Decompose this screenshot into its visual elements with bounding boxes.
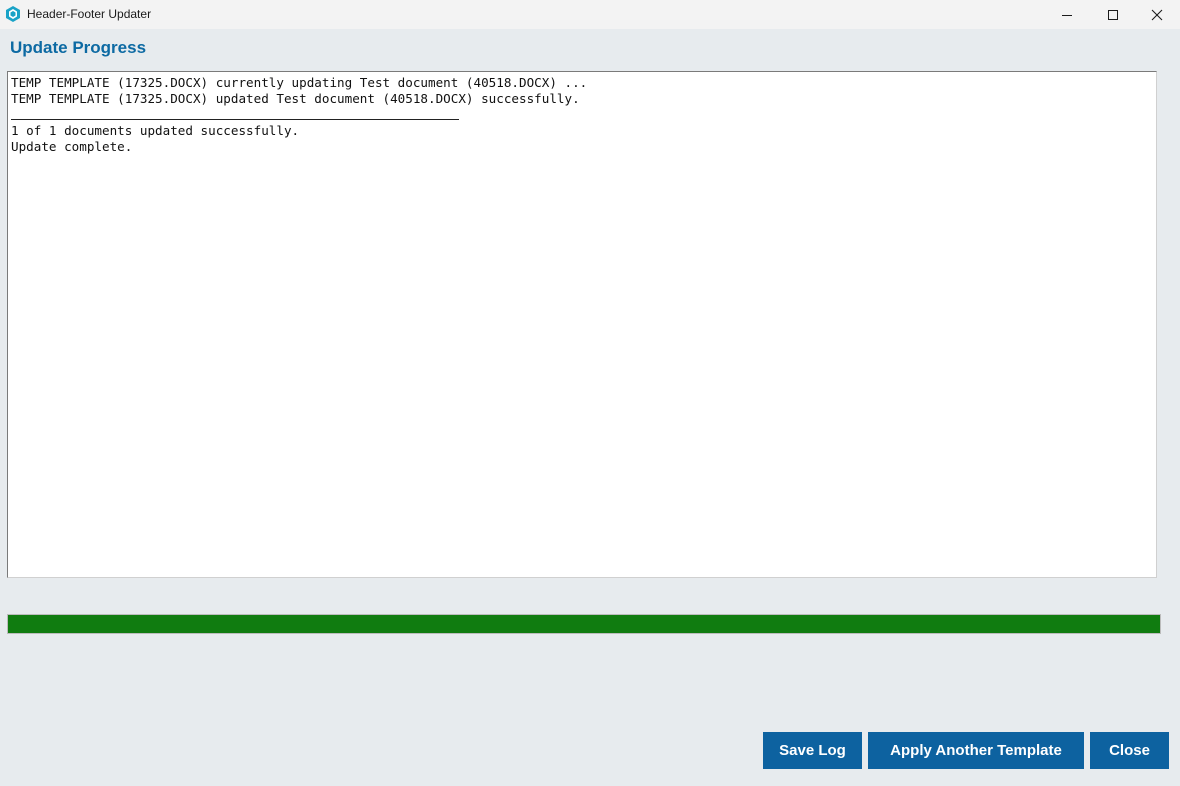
apply-another-template-button[interactable]: Apply Another Template	[868, 732, 1084, 769]
log-line: 1 of 1 documents updated successfully.	[11, 123, 300, 138]
log-separator	[11, 119, 459, 120]
maximize-button[interactable]	[1090, 0, 1136, 29]
log-line: TEMP TEMPLATE (17325.DOCX) currently upd…	[11, 75, 588, 90]
window-title: Header-Footer Updater	[27, 7, 152, 21]
log-output-box[interactable]: TEMP TEMPLATE (17325.DOCX) currently upd…	[7, 71, 1157, 578]
maximize-icon	[1108, 9, 1118, 20]
page-title: Update Progress	[10, 38, 147, 57]
close-icon	[1151, 9, 1163, 20]
window-close-button[interactable]	[1134, 0, 1180, 29]
close-button[interactable]: Close	[1090, 732, 1169, 769]
minimize-button[interactable]	[1044, 0, 1090, 29]
minimize-icon	[1062, 14, 1072, 16]
log-line: Update complete.	[11, 139, 133, 154]
window-titlebar[interactable]: Header-Footer Updater	[0, 0, 1180, 29]
progress-bar-fill	[8, 615, 1160, 633]
progress-bar	[7, 614, 1161, 634]
log-line: TEMP TEMPLATE (17325.DOCX) updated Test …	[11, 91, 580, 106]
save-log-button[interactable]: Save Log	[763, 732, 862, 769]
hexagon-logo-icon	[6, 6, 20, 22]
